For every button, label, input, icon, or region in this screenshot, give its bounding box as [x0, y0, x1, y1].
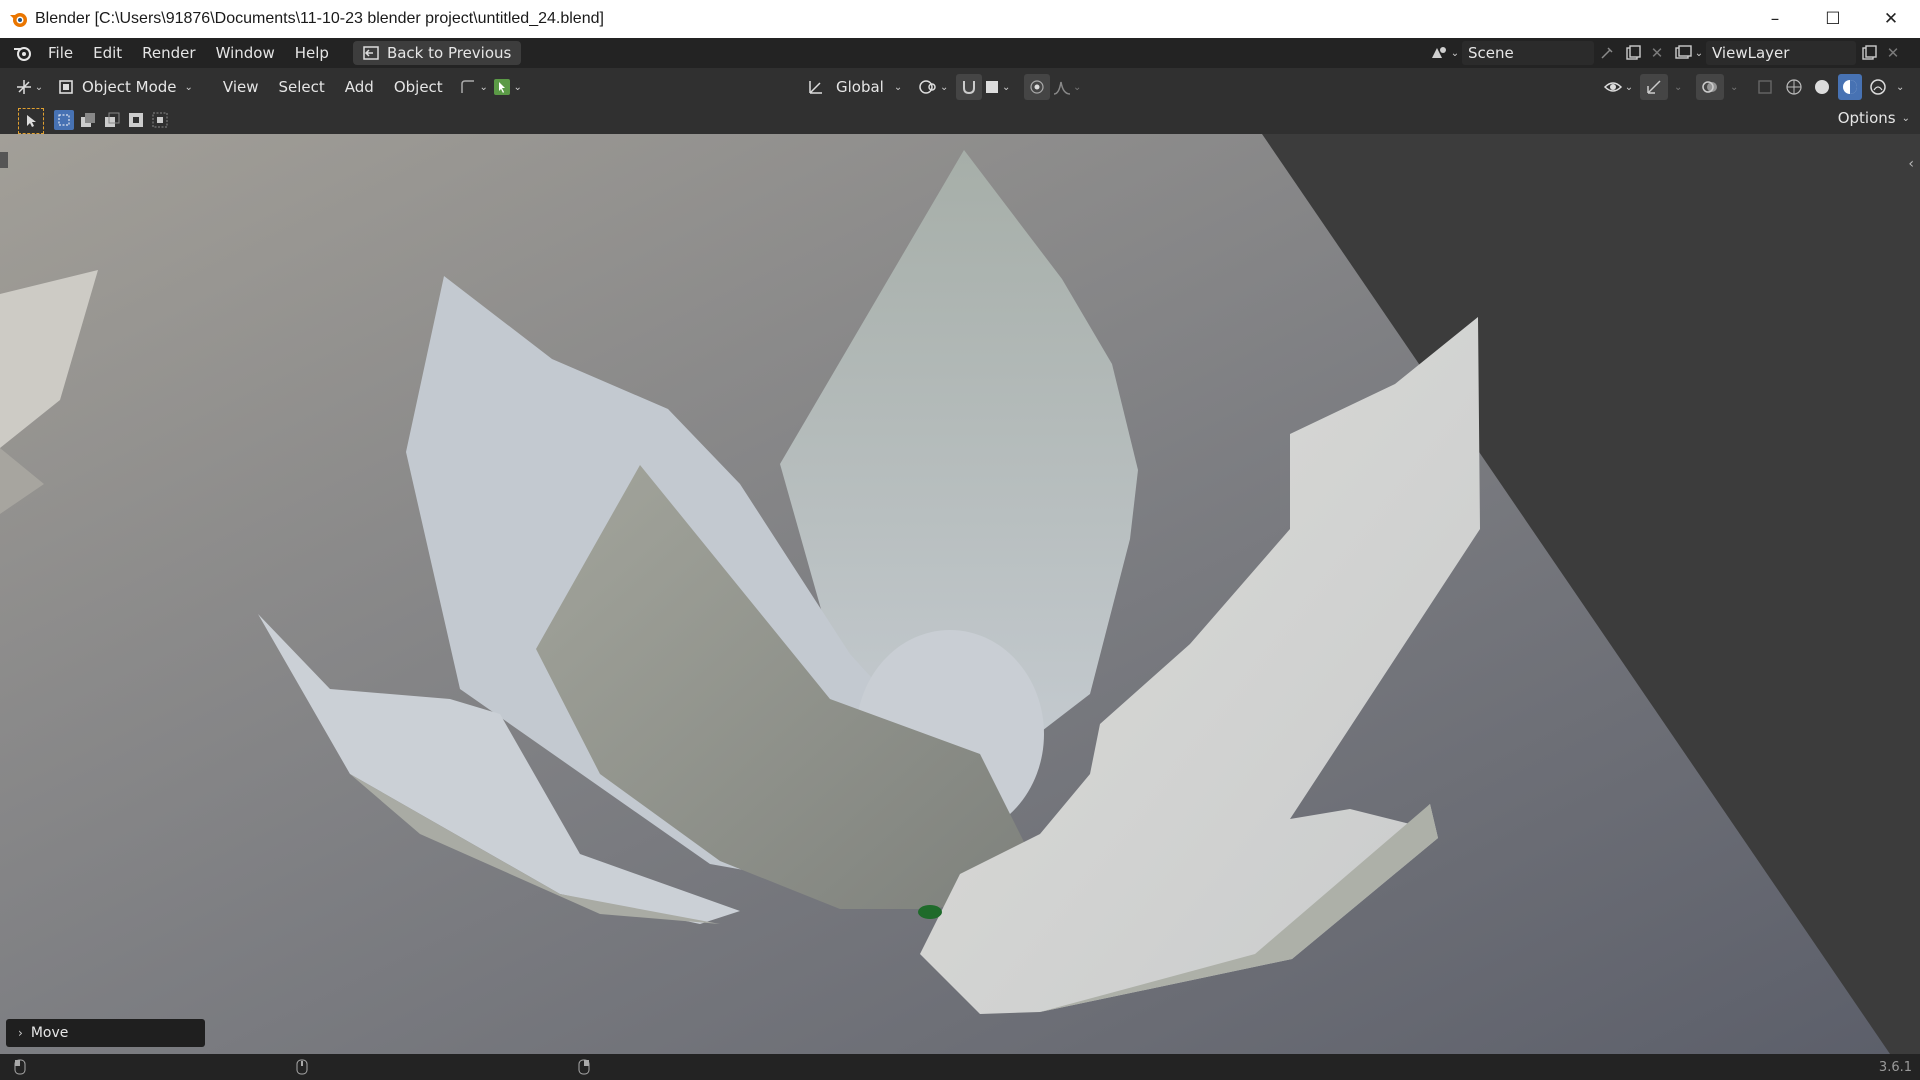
- tool-settings-row: Options ⌄: [0, 106, 1920, 134]
- menu-select[interactable]: Select: [269, 78, 335, 96]
- rendered-shading-icon[interactable]: [1866, 78, 1890, 96]
- maximize-button[interactable]: ☐: [1804, 0, 1862, 38]
- select-tool-icon[interactable]: [18, 108, 44, 134]
- options-dropdown[interactable]: Options ⌄: [1838, 109, 1910, 127]
- 3d-viewport[interactable]: › Move ‹: [0, 134, 1920, 1054]
- scene-name: Scene: [1468, 44, 1514, 62]
- material-preview-shading-icon[interactable]: [1838, 74, 1862, 100]
- back-to-previous-button[interactable]: Back to Previous: [352, 41, 522, 65]
- pin-icon[interactable]: [1594, 46, 1620, 60]
- operator-panel[interactable]: › Move: [6, 1019, 205, 1047]
- sidebar-toggle-icon[interactable]: ‹: [1908, 156, 1914, 172]
- operator-label: Move: [30, 1025, 69, 1041]
- overlays-dropdown-icon[interactable]: ⌄: [1730, 82, 1748, 93]
- mouse-middle-icon: [296, 1059, 308, 1075]
- visibility-icon[interactable]: ⌄: [1600, 79, 1636, 95]
- blender-logo-icon: [10, 13, 27, 27]
- gizmo-snap-icon[interactable]: ⌄: [457, 78, 491, 96]
- proportional-edit-icon[interactable]: [1024, 74, 1051, 100]
- window-title: Blender [C:\Users\91876\Documents\11-10-…: [35, 10, 604, 27]
- view-layer-name-field[interactable]: ViewLayer: [1706, 41, 1856, 65]
- viewport-header: ⌄ Object Mode ⌄ View Select Add Object ⌄…: [0, 68, 1920, 106]
- window-titlebar: Blender [C:\Users\91876\Documents\11-10-…: [0, 0, 1920, 38]
- overlays-toggle-icon[interactable]: [1696, 74, 1724, 100]
- select-subtract-icon[interactable]: [102, 110, 122, 130]
- status-bar: 3.6.1: [0, 1054, 1920, 1080]
- delete-view-layer-icon[interactable]: ✕: [1882, 44, 1904, 62]
- snap-toggle-icon[interactable]: [956, 74, 983, 100]
- close-button[interactable]: ✕: [1862, 0, 1920, 38]
- object-mode-icon: [59, 80, 73, 94]
- solid-shading-icon[interactable]: [1810, 78, 1834, 96]
- stem-green: [918, 905, 942, 919]
- scene-browse-icon[interactable]: ⌄: [1426, 44, 1462, 62]
- toolbar-toggle-icon[interactable]: [0, 152, 8, 168]
- menu-window[interactable]: Window: [206, 44, 285, 62]
- transform-orientation-icon: [809, 81, 822, 94]
- menu-render[interactable]: Render: [132, 44, 205, 62]
- menu-file[interactable]: File: [38, 44, 83, 62]
- viewport-scene: [0, 134, 1920, 1054]
- blender-topbar: File Edit Render Window Help Back to Pre…: [0, 38, 1920, 68]
- gizmo-toggle-icon[interactable]: [1640, 74, 1668, 100]
- blender-menu-icon[interactable]: [8, 44, 38, 62]
- select-extend-icon[interactable]: [78, 110, 98, 130]
- menu-edit[interactable]: Edit: [83, 44, 132, 62]
- menu-help[interactable]: Help: [285, 44, 339, 62]
- transform-orientation-select[interactable]: Global: [836, 78, 884, 96]
- proportional-falloff-icon[interactable]: ⌄: [1050, 79, 1084, 95]
- pivot-point-icon[interactable]: ⌄: [916, 78, 950, 96]
- snap-target-icon[interactable]: ⌄: [982, 79, 1012, 95]
- minimize-button[interactable]: –: [1746, 0, 1804, 38]
- delete-scene-icon[interactable]: ✕: [1646, 44, 1668, 62]
- view-layer-name: ViewLayer: [1712, 44, 1790, 62]
- mouse-right-icon: [578, 1059, 590, 1075]
- back-icon: [363, 46, 379, 60]
- select-mode-icon[interactable]: ⌄: [491, 78, 525, 96]
- scene-name-field[interactable]: Scene: [1462, 41, 1594, 65]
- wireframe-shading-icon[interactable]: [1782, 78, 1806, 96]
- mode-label: Object Mode: [82, 78, 177, 96]
- xray-toggle-icon[interactable]: [1752, 79, 1778, 95]
- menu-add[interactable]: Add: [335, 78, 384, 96]
- mode-selector[interactable]: Object Mode ⌄: [58, 78, 193, 96]
- menu-view[interactable]: View: [213, 78, 269, 96]
- version-label: 3.6.1: [1878, 1059, 1912, 1075]
- shading-dropdown-icon[interactable]: ⌄: [1896, 82, 1914, 93]
- back-to-previous-label: Back to Previous: [386, 44, 512, 62]
- view-layer-browse-icon[interactable]: ⌄: [1672, 45, 1706, 61]
- new-scene-icon[interactable]: [1620, 45, 1646, 61]
- gizmo-dropdown-icon[interactable]: ⌄: [1674, 82, 1692, 93]
- menu-object[interactable]: Object: [384, 78, 453, 96]
- editor-type-icon[interactable]: ⌄: [12, 78, 46, 96]
- select-new-icon[interactable]: [54, 110, 74, 130]
- select-invert-icon[interactable]: [126, 110, 146, 130]
- new-view-layer-icon[interactable]: [1856, 45, 1882, 61]
- expand-chevron-icon: ›: [18, 1026, 23, 1040]
- select-intersect-icon[interactable]: [150, 110, 170, 130]
- mouse-left-icon: [14, 1059, 26, 1075]
- options-label: Options: [1837, 109, 1896, 127]
